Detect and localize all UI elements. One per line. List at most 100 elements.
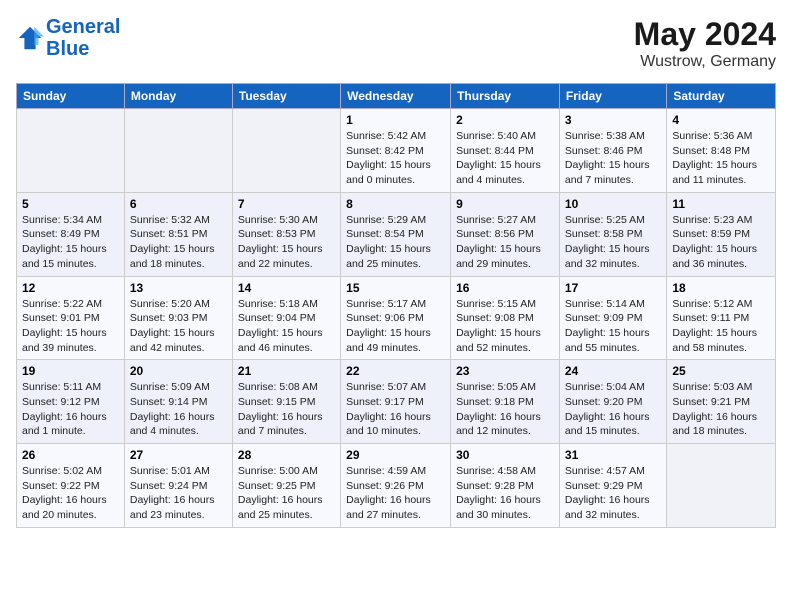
day-number: 6 [130, 197, 227, 211]
day-info: Sunrise: 5:01 AM Sunset: 9:24 PM Dayligh… [130, 464, 227, 523]
day-number: 7 [238, 197, 335, 211]
day-info: Sunrise: 5:22 AM Sunset: 9:01 PM Dayligh… [22, 297, 119, 356]
header-friday: Friday [559, 84, 666, 109]
calendar-cell: 11 Sunrise: 5:23 AM Sunset: 8:59 PM Dayli… [667, 192, 776, 276]
calendar-cell: 28 Sunrise: 5:00 AM Sunset: 9:25 PM Dayli… [232, 444, 340, 528]
day-info: Sunrise: 5:20 AM Sunset: 9:03 PM Dayligh… [130, 297, 227, 356]
day-info: Sunrise: 4:57 AM Sunset: 9:29 PM Dayligh… [565, 464, 661, 523]
day-info: Sunrise: 5:12 AM Sunset: 9:11 PM Dayligh… [672, 297, 770, 356]
calendar-cell: 18Sunrise: 5:12 AM Sunset: 9:11 PM Dayli… [667, 276, 776, 360]
day-info: Sunrise: 5:07 AM Sunset: 9:17 PM Dayligh… [346, 380, 445, 439]
calendar-cell: 17Sunrise: 5:14 AM Sunset: 9:09 PM Dayli… [559, 276, 666, 360]
day-info: Sunrise: 5:09 AM Sunset: 9:14 PM Dayligh… [130, 380, 227, 439]
day-number: 26 [22, 448, 119, 462]
calendar-cell: 20 Sunrise: 5:09 AM Sunset: 9:14 PM Dayli… [124, 360, 232, 444]
day-info: Sunrise: 5:40 AM Sunset: 8:44 PM Dayligh… [456, 129, 554, 188]
calendar-cell: 10 Sunrise: 5:25 AM Sunset: 8:58 PM Dayli… [559, 192, 666, 276]
calendar-cell: 31 Sunrise: 4:57 AM Sunset: 9:29 PM Dayli… [559, 444, 666, 528]
day-info: Sunrise: 5:02 AM Sunset: 9:22 PM Dayligh… [22, 464, 119, 523]
day-number: 23 [456, 364, 554, 378]
day-number: 12 [22, 281, 119, 295]
day-info: Sunrise: 5:00 AM Sunset: 9:25 PM Dayligh… [238, 464, 335, 523]
day-number: 1 [346, 113, 445, 127]
day-number: 25 [672, 364, 770, 378]
day-info: Sunrise: 5:36 AM Sunset: 8:48 PM Dayligh… [672, 129, 770, 188]
calendar-week-4: 26 Sunrise: 5:02 AM Sunset: 9:22 PM Dayli… [17, 444, 776, 528]
calendar-cell [232, 109, 340, 193]
logo: General Blue [16, 16, 120, 60]
day-info: Sunrise: 5:15 AM Sunset: 9:08 PM Dayligh… [456, 297, 554, 356]
day-info: Sunrise: 4:59 AM Sunset: 9:26 PM Dayligh… [346, 464, 445, 523]
day-info: Sunrise: 5:38 AM Sunset: 8:46 PM Dayligh… [565, 129, 661, 188]
day-number: 5 [22, 197, 119, 211]
day-info: Sunrise: 5:08 AM Sunset: 9:15 PM Dayligh… [238, 380, 335, 439]
day-info: Sunrise: 5:23 AM Sunset: 8:59 PM Dayligh… [672, 213, 770, 272]
day-number: 3 [565, 113, 661, 127]
calendar-cell: 8Sunrise: 5:29 AM Sunset: 8:54 PM Daylig… [341, 192, 451, 276]
day-number: 4 [672, 113, 770, 127]
day-number: 31 [565, 448, 661, 462]
calendar-cell: 1 Sunrise: 5:42 AM Sunset: 8:42 PM Daylig… [341, 109, 451, 193]
calendar-cell: 6 Sunrise: 5:32 AM Sunset: 8:51 PM Daylig… [124, 192, 232, 276]
calendar-cell: 15Sunrise: 5:17 AM Sunset: 9:06 PM Dayli… [341, 276, 451, 360]
calendar-subtitle: Wustrow, Germany [634, 53, 776, 71]
header-thursday: Thursday [451, 84, 560, 109]
calendar-cell: 14 Sunrise: 5:18 AM Sunset: 9:04 PM Dayli… [232, 276, 340, 360]
title-block: May 2024 Wustrow, Germany [634, 16, 776, 71]
calendar-cell: 30 Sunrise: 4:58 AM Sunset: 9:28 PM Dayli… [451, 444, 560, 528]
day-number: 28 [238, 448, 335, 462]
day-info: Sunrise: 5:32 AM Sunset: 8:51 PM Dayligh… [130, 213, 227, 272]
day-number: 11 [672, 197, 770, 211]
day-number: 21 [238, 364, 335, 378]
day-number: 22 [346, 364, 445, 378]
calendar-cell: 21 Sunrise: 5:08 AM Sunset: 9:15 PM Dayli… [232, 360, 340, 444]
calendar-cell: 22 Sunrise: 5:07 AM Sunset: 9:17 PM Dayli… [341, 360, 451, 444]
calendar-cell: 29 Sunrise: 4:59 AM Sunset: 9:26 PM Dayli… [341, 444, 451, 528]
header-wednesday: Wednesday [341, 84, 451, 109]
day-number: 2 [456, 113, 554, 127]
calendar-cell: 4 Sunrise: 5:36 AM Sunset: 8:48 PM Daylig… [667, 109, 776, 193]
day-info: Sunrise: 5:18 AM Sunset: 9:04 PM Dayligh… [238, 297, 335, 356]
calendar-cell: 24 Sunrise: 5:04 AM Sunset: 9:20 PM Dayli… [559, 360, 666, 444]
day-info: Sunrise: 4:58 AM Sunset: 9:28 PM Dayligh… [456, 464, 554, 523]
day-number: 10 [565, 197, 661, 211]
calendar-week-1: 5 Sunrise: 5:34 AM Sunset: 8:49 PM Daylig… [17, 192, 776, 276]
calendar-week-2: 12 Sunrise: 5:22 AM Sunset: 9:01 PM Dayli… [17, 276, 776, 360]
calendar-cell: 16Sunrise: 5:15 AM Sunset: 9:08 PM Dayli… [451, 276, 560, 360]
calendar-week-3: 19Sunrise: 5:11 AM Sunset: 9:12 PM Dayli… [17, 360, 776, 444]
header-sunday: Sunday [17, 84, 125, 109]
day-info: Sunrise: 5:34 AM Sunset: 8:49 PM Dayligh… [22, 213, 119, 272]
day-info: Sunrise: 5:29 AM Sunset: 8:54 PM Dayligh… [346, 213, 445, 272]
day-info: Sunrise: 5:17 AM Sunset: 9:06 PM Dayligh… [346, 297, 445, 356]
day-number: 20 [130, 364, 227, 378]
calendar-title: May 2024 [634, 16, 776, 53]
calendar-cell: 23Sunrise: 5:05 AM Sunset: 9:18 PM Dayli… [451, 360, 560, 444]
day-number: 14 [238, 281, 335, 295]
day-number: 29 [346, 448, 445, 462]
day-info: Sunrise: 5:42 AM Sunset: 8:42 PM Dayligh… [346, 129, 445, 188]
day-number: 30 [456, 448, 554, 462]
calendar-header-row: SundayMondayTuesdayWednesdayThursdayFrid… [17, 84, 776, 109]
calendar-cell: 27Sunrise: 5:01 AM Sunset: 9:24 PM Dayli… [124, 444, 232, 528]
calendar-cell [124, 109, 232, 193]
day-info: Sunrise: 5:14 AM Sunset: 9:09 PM Dayligh… [565, 297, 661, 356]
calendar-cell: 3 Sunrise: 5:38 AM Sunset: 8:46 PM Daylig… [559, 109, 666, 193]
day-info: Sunrise: 5:25 AM Sunset: 8:58 PM Dayligh… [565, 213, 661, 272]
day-info: Sunrise: 5:30 AM Sunset: 8:53 PM Dayligh… [238, 213, 335, 272]
header-saturday: Saturday [667, 84, 776, 109]
day-number: 13 [130, 281, 227, 295]
day-number: 24 [565, 364, 661, 378]
page-header: General Blue May 2024 Wustrow, Germany [16, 16, 776, 71]
calendar-cell: 13 Sunrise: 5:20 AM Sunset: 9:03 PM Dayli… [124, 276, 232, 360]
day-info: Sunrise: 5:04 AM Sunset: 9:20 PM Dayligh… [565, 380, 661, 439]
calendar-table: SundayMondayTuesdayWednesdayThursdayFrid… [16, 83, 776, 528]
calendar-cell [667, 444, 776, 528]
logo-icon [16, 24, 44, 52]
calendar-cell: 12 Sunrise: 5:22 AM Sunset: 9:01 PM Dayli… [17, 276, 125, 360]
calendar-cell: 9Sunrise: 5:27 AM Sunset: 8:56 PM Daylig… [451, 192, 560, 276]
calendar-cell [17, 109, 125, 193]
logo-text: General Blue [46, 16, 120, 60]
calendar-cell: 5 Sunrise: 5:34 AM Sunset: 8:49 PM Daylig… [17, 192, 125, 276]
day-info: Sunrise: 5:27 AM Sunset: 8:56 PM Dayligh… [456, 213, 554, 272]
header-monday: Monday [124, 84, 232, 109]
